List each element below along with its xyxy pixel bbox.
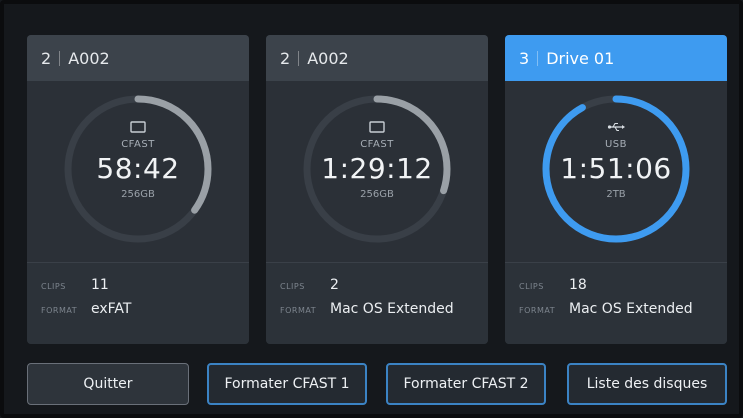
card-status: CFAST 58:42 256GB <box>27 81 249 263</box>
media-card-2[interactable]: 2 A002 CFAST 1:29:12 256GB CLIPS 2 FORMA… <box>266 35 488 344</box>
media-capacity: 2TB <box>606 189 626 200</box>
card-header: 2 A002 <box>266 35 488 81</box>
card-status: USB 1:51:06 2TB <box>505 81 727 263</box>
quit-button[interactable]: Quitter <box>27 363 189 405</box>
storage-manager-screen: 2 A002 CFAST 58:42 256GB CLIPS 11 FORMAT… <box>0 0 743 418</box>
format-label: FORMAT <box>519 306 556 315</box>
card-icon <box>266 119 488 135</box>
disk-list-button[interactable]: Liste des disques <box>567 363 727 405</box>
clips-label: CLIPS <box>280 282 305 291</box>
remaining-time: 58:42 <box>96 152 180 185</box>
card-header: 2 A002 <box>27 35 249 81</box>
format-row: FORMAT Mac OS Extended <box>280 301 488 325</box>
header-divider <box>59 50 61 66</box>
media-cards: 2 A002 CFAST 58:42 256GB CLIPS 11 FORMAT… <box>27 35 727 347</box>
card-center-info: CFAST 1:29:12 256GB <box>266 119 488 200</box>
card-center-info: CFAST 58:42 256GB <box>27 119 249 200</box>
action-buttons: Quitter Formater CFAST 1 Formater CFAST … <box>27 363 727 407</box>
header-divider <box>298 50 300 66</box>
format-row: FORMAT Mac OS Extended <box>519 301 727 325</box>
clips-label: CLIPS <box>519 282 544 291</box>
clips-row: CLIPS 2 <box>280 277 488 301</box>
format-value: Mac OS Extended <box>569 301 693 317</box>
format-value: Mac OS Extended <box>330 301 454 317</box>
slot-number: 2 <box>41 48 52 68</box>
media-type: CFAST <box>360 139 394 150</box>
media-card-3[interactable]: 3 Drive 01 USB 1:51:06 2TB CLIPS 18 FORM… <box>505 35 727 344</box>
format-cfast-1-button[interactable]: Formater CFAST 1 <box>207 363 367 405</box>
clips-row: CLIPS 11 <box>41 277 249 301</box>
header-divider <box>537 50 539 66</box>
format-label: FORMAT <box>280 306 317 315</box>
clips-count: 2 <box>330 277 339 293</box>
card-status: CFAST 1:29:12 256GB <box>266 81 488 263</box>
clips-label: CLIPS <box>41 282 66 291</box>
media-capacity: 256GB <box>360 189 394 200</box>
card-icon <box>27 119 249 135</box>
format-value: exFAT <box>91 301 132 317</box>
media-capacity: 256GB <box>121 189 155 200</box>
media-card-1[interactable]: 2 A002 CFAST 58:42 256GB CLIPS 11 FORMAT… <box>27 35 249 344</box>
format-row: FORMAT exFAT <box>41 301 249 325</box>
clip-name: A002 <box>68 48 110 68</box>
card-header: 3 Drive 01 <box>505 35 727 81</box>
card-center-info: USB 1:51:06 2TB <box>505 119 727 200</box>
clips-count: 11 <box>91 277 109 293</box>
slot-number: 2 <box>280 48 291 68</box>
media-type: CFAST <box>121 139 155 150</box>
card-details: CLIPS 11 FORMAT exFAT <box>27 263 249 344</box>
clips-count: 18 <box>569 277 587 293</box>
card-details: CLIPS 2 FORMAT Mac OS Extended <box>266 263 488 344</box>
format-label: FORMAT <box>41 306 78 315</box>
card-details: CLIPS 18 FORMAT Mac OS Extended <box>505 263 727 344</box>
media-type: USB <box>604 139 628 150</box>
slot-number: 3 <box>519 48 530 68</box>
remaining-time: 1:51:06 <box>560 152 672 185</box>
usb-icon <box>505 119 727 135</box>
clip-name: Drive 01 <box>546 48 615 68</box>
format-cfast-2-button[interactable]: Formater CFAST 2 <box>386 363 546 405</box>
remaining-time: 1:29:12 <box>321 152 433 185</box>
clips-row: CLIPS 18 <box>519 277 727 301</box>
clip-name: A002 <box>307 48 349 68</box>
